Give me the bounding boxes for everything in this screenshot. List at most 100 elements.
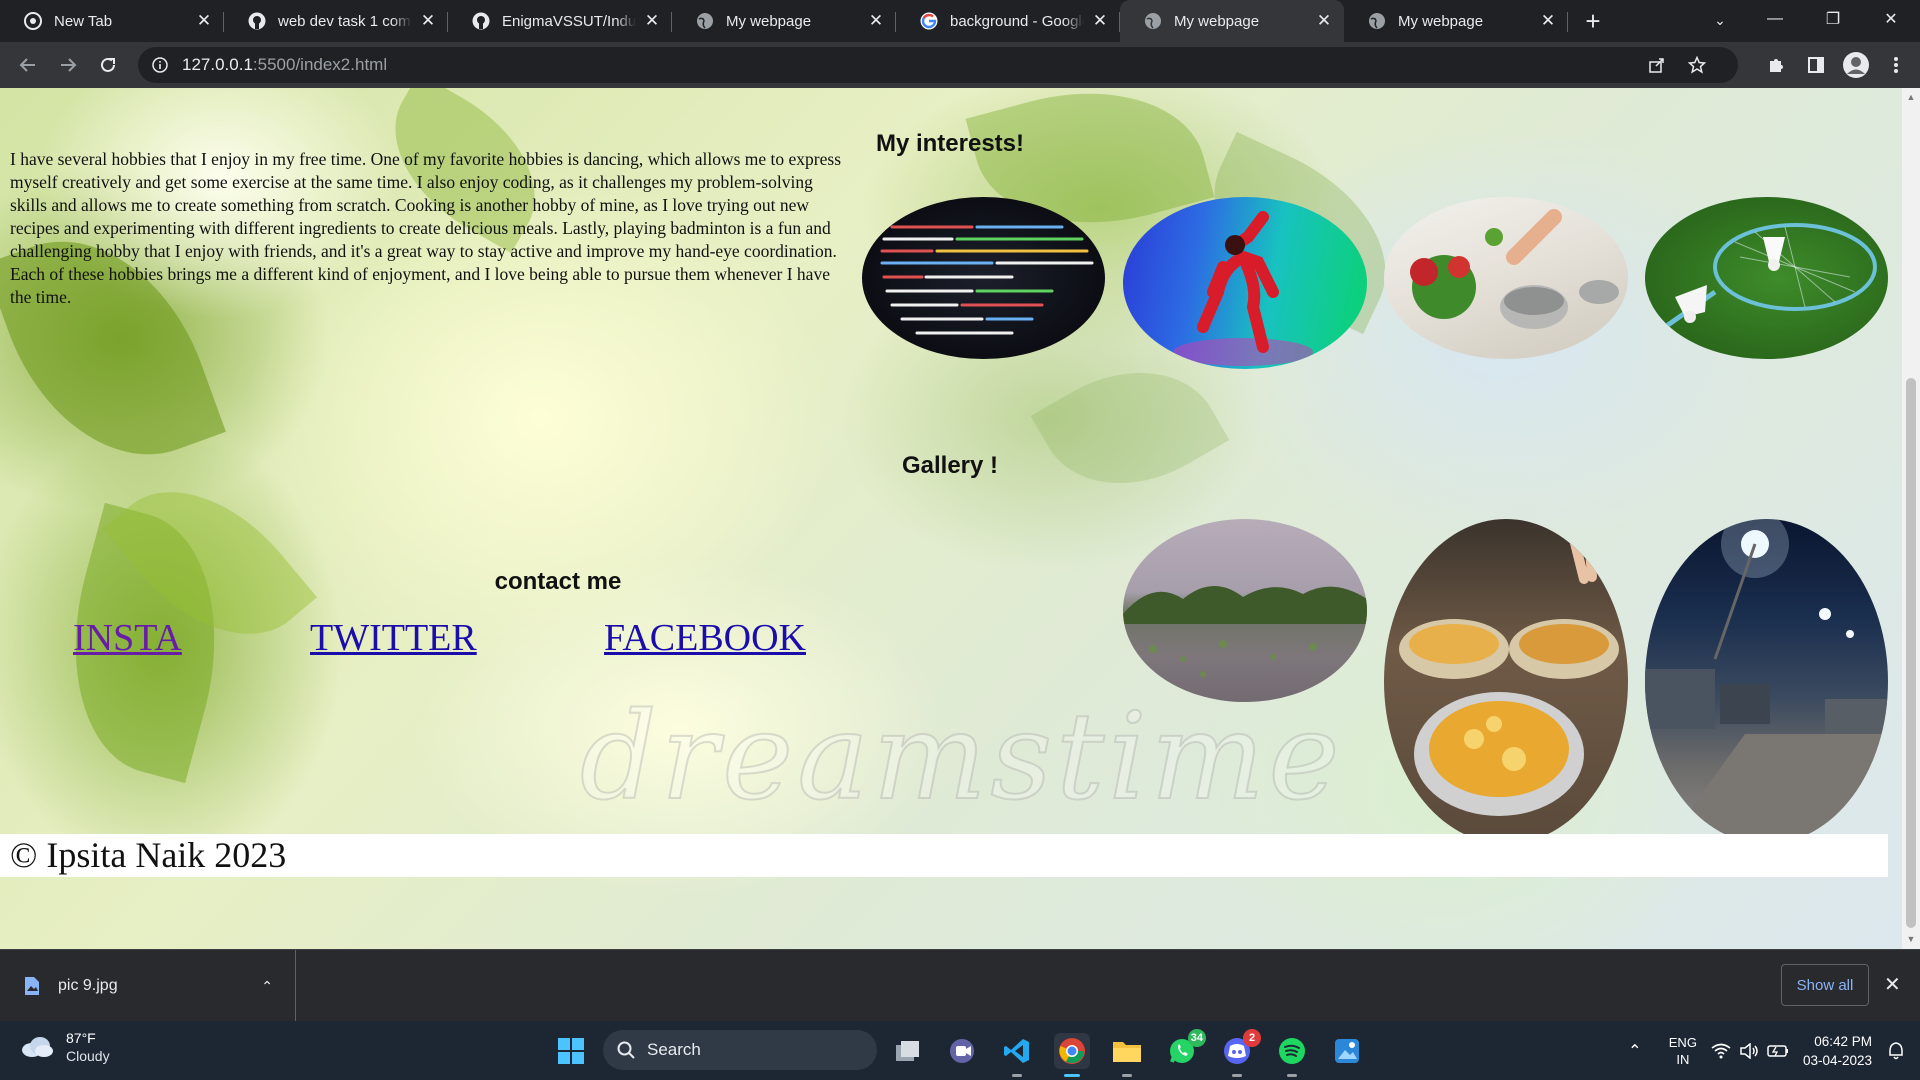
- close-icon[interactable]: ✕: [1090, 11, 1110, 31]
- badminton-image: [1645, 197, 1888, 359]
- address-bar[interactable]: 127.0.0.1:5500/index2.html: [138, 47, 1738, 83]
- weather-widget[interactable]: 87°F Cloudy: [20, 1029, 110, 1065]
- download-bar: pic 9.jpg ⌃ Show all ✕: [0, 949, 1920, 1022]
- side-panel-icon[interactable]: [1796, 45, 1836, 85]
- clock[interactable]: 06:42 PM 03-04-2023: [1803, 1032, 1872, 1070]
- file-explorer-icon[interactable]: [1109, 1033, 1145, 1077]
- minimize-icon[interactable]: —: [1746, 0, 1804, 38]
- food-image: [1384, 519, 1628, 844]
- scrollbar-thumb[interactable]: [1906, 378, 1916, 928]
- globe-icon: [1145, 13, 1161, 29]
- close-icon[interactable]: ✕: [194, 11, 214, 31]
- close-download-bar-icon[interactable]: ✕: [1884, 972, 1901, 997]
- tab-title: EnigmaVSSUT/Induction: [502, 12, 636, 30]
- chrome-taskbar-icon[interactable]: [1054, 1033, 1090, 1077]
- instagram-link[interactable]: INSTA: [73, 616, 182, 660]
- clock-date: 03-04-2023: [1802, 1052, 1872, 1068]
- volume-icon[interactable]: [1739, 1042, 1759, 1059]
- search-label: Search: [647, 1040, 701, 1059]
- globe-icon: [697, 13, 713, 29]
- close-icon[interactable]: ✕: [642, 11, 662, 31]
- discord-badge: 2: [1243, 1029, 1261, 1047]
- close-icon[interactable]: ✕: [418, 11, 438, 31]
- contact-heading: contact me: [494, 568, 622, 595]
- extensions-icon[interactable]: [1756, 45, 1796, 85]
- browser-toolbar: 127.0.0.1:5500/index2.html: [0, 42, 1920, 88]
- weather-temperature: 87°F: [66, 1030, 96, 1046]
- twitter-link[interactable]: TWITTER: [310, 616, 477, 660]
- lake-image: [1123, 519, 1367, 702]
- chevron-up-icon[interactable]: ⌃: [261, 978, 273, 995]
- page-viewport: dreamstime I have several hobbies that I…: [0, 88, 1920, 949]
- copyright-text: © Ipsita Naik 2023: [10, 835, 287, 875]
- menu-kebab-icon[interactable]: [1876, 45, 1916, 85]
- hobbies-paragraph: I have several hobbies that I enjoy in m…: [10, 149, 842, 307]
- tab-strip: New Tab ✕ web dev task 1 completed ✕ Eni…: [0, 0, 1920, 42]
- show-hidden-icons-chevron-icon[interactable]: ⌃: [1615, 1041, 1655, 1061]
- github-icon: [248, 12, 266, 30]
- reload-icon[interactable]: [88, 45, 128, 85]
- tab-github-task[interactable]: web dev task 1 completed ✕: [224, 0, 448, 42]
- dancing-image: [1123, 197, 1367, 369]
- chrome-icon: [24, 12, 42, 30]
- search-icon: [617, 1041, 635, 1059]
- tab-google-search[interactable]: background - Google Search ✕: [896, 0, 1120, 42]
- tab-my-webpage-3[interactable]: My webpage ✕: [1344, 0, 1568, 42]
- new-tab-button[interactable]: +: [1572, 0, 1614, 42]
- url-text: 127.0.0.1:5500/index2.html: [182, 55, 388, 74]
- tab-title: My webpage: [1174, 12, 1260, 30]
- bookmark-star-icon[interactable]: [1688, 56, 1706, 74]
- tab-search-chevron-icon[interactable]: ⌄: [1706, 6, 1734, 34]
- cooking-image: [1384, 197, 1628, 359]
- image-file-icon: [25, 977, 39, 995]
- profile-avatar-icon[interactable]: [1836, 45, 1876, 85]
- close-icon[interactable]: ✕: [1314, 11, 1334, 31]
- share-icon[interactable]: [1648, 56, 1666, 74]
- close-icon[interactable]: ✕: [1538, 11, 1558, 31]
- background-leaf: [1030, 336, 1230, 520]
- forward-icon[interactable]: [48, 45, 88, 85]
- vscode-icon[interactable]: [999, 1033, 1035, 1077]
- windows-taskbar: 87°F Cloudy Search 34 2 ⌃ ENG IN 06:42 P…: [0, 1021, 1920, 1080]
- back-icon[interactable]: [8, 45, 48, 85]
- tab-github-induction[interactable]: EnigmaVSSUT/Induction ✕: [448, 0, 672, 42]
- tab-my-webpage-active[interactable]: My webpage ✕: [1120, 0, 1344, 42]
- download-item[interactable]: pic 9.jpg ⌃: [0, 950, 296, 1022]
- window-close-icon[interactable]: ✕: [1862, 0, 1920, 38]
- spotify-icon[interactable]: [1274, 1033, 1310, 1077]
- close-icon[interactable]: ✕: [866, 11, 886, 31]
- window-controls: — ❐ ✕: [1746, 0, 1920, 38]
- coding-image: [862, 197, 1105, 359]
- watermark-text: dreamstime: [579, 687, 1344, 828]
- wifi-icon[interactable]: [1711, 1043, 1731, 1059]
- restore-icon[interactable]: ❐: [1804, 0, 1862, 38]
- task-view-icon[interactable]: [890, 1033, 926, 1069]
- google-icon: [920, 12, 938, 30]
- system-tray: ⌃ ENG IN 06:42 PM 03-04-2023: [1615, 1021, 1920, 1080]
- discord-icon[interactable]: 2: [1219, 1029, 1261, 1077]
- tab-title: web dev task 1 completed: [278, 12, 412, 30]
- photos-app-icon[interactable]: [1329, 1033, 1365, 1069]
- info-icon[interactable]: [152, 57, 168, 73]
- language-indicator[interactable]: ENG IN: [1669, 1034, 1697, 1068]
- taskbar-search-box[interactable]: Search: [603, 1030, 877, 1070]
- scroll-up-icon[interactable]: ▲: [1906, 92, 1916, 102]
- windows-start-icon[interactable]: [553, 1033, 589, 1069]
- page-scrollbar[interactable]: ▲ ▼: [1902, 88, 1920, 949]
- globe-icon: [1369, 13, 1385, 29]
- notification-bell-icon[interactable]: [1886, 1041, 1906, 1061]
- weather-description: Cloudy: [66, 1048, 110, 1064]
- scroll-down-icon[interactable]: ▼: [1906, 934, 1916, 944]
- whatsapp-icon[interactable]: 34: [1164, 1029, 1206, 1069]
- teams-chat-icon[interactable]: [944, 1033, 980, 1069]
- facebook-link[interactable]: FACEBOOK: [604, 616, 806, 660]
- cloud-icon: [22, 1037, 53, 1057]
- battery-icon[interactable]: [1767, 1043, 1789, 1059]
- whatsapp-badge: 34: [1187, 1029, 1206, 1047]
- street-night-image: [1645, 519, 1888, 844]
- show-all-button[interactable]: Show all: [1781, 964, 1869, 1006]
- tab-title: New Tab: [54, 12, 113, 30]
- tab-my-webpage-1[interactable]: My webpage ✕: [672, 0, 896, 42]
- footer: © Ipsita Naik 2023: [0, 834, 1888, 877]
- tab-new-tab[interactable]: New Tab ✕: [0, 0, 224, 42]
